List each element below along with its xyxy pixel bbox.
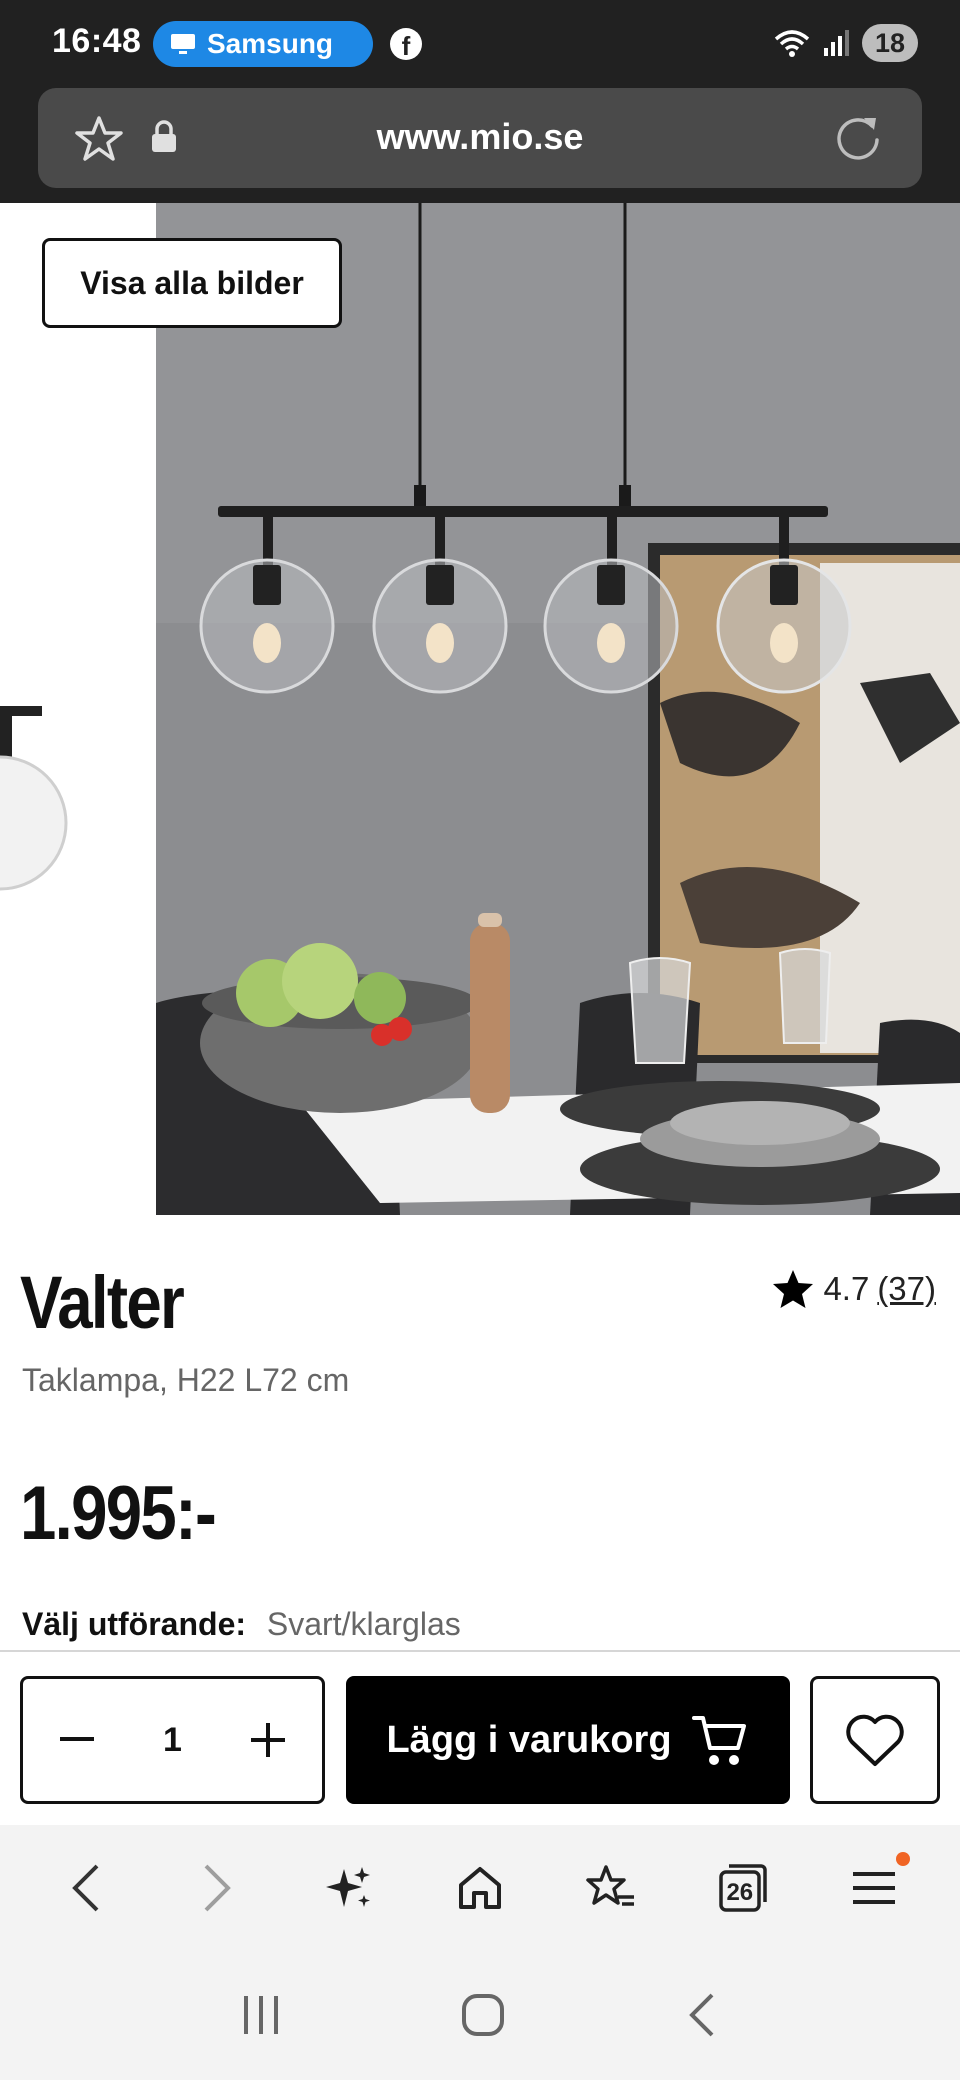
wifi-icon [774,30,810,57]
ai-assistant-button[interactable] [309,1848,389,1928]
facebook-icon: f [390,28,422,61]
hamburger-menu-icon [853,1871,896,1904]
status-indicators: 18 [772,24,918,62]
rating-value: 4.7 [823,1270,870,1307]
tabs-button[interactable]: 26 [703,1848,783,1928]
chevron-right-icon [204,1864,231,1911]
browser-bottom-nav: 26 [0,1825,960,1950]
quantity-value[interactable]: 1 [163,1721,182,1760]
battery-indicator: 18 [862,24,918,62]
product-price: 1.995:- [20,1471,217,1556]
quantity-stepper: 1 [20,1676,325,1804]
system-navigation-bar [0,1950,960,2080]
address-bar[interactable]: www.mio.se [38,88,922,188]
add-to-cart-label: Lägg i varukorg [386,1718,672,1761]
product-image-gallery[interactable]: Visa alla bilder [0,203,960,1215]
product-rating[interactable]: 4.7 (37) [771,1268,936,1310]
plus-icon [250,1723,285,1757]
product-subtitle: Taklampa, H22 L72 cm [22,1362,350,1398]
bookmarks-button[interactable] [571,1848,651,1928]
minus-icon [60,1737,94,1741]
variant-label: Välj utförande: [22,1606,247,1642]
cart-icon [691,1716,746,1765]
status-bar: 16:48 Samsung f 18 [0,0,960,88]
chevron-left-icon [71,1864,99,1911]
variant-selector[interactable]: Välj utförande: Svart/klarglas [22,1606,461,1643]
bookmarks-star-icon [586,1864,635,1906]
reload-icon[interactable] [832,112,884,164]
notification-badge [896,1851,911,1866]
product-photo [0,203,960,1215]
status-time: 16:48 [52,22,142,60]
recent-apps-icon[interactable] [238,1992,284,2038]
increase-quantity-button[interactable] [248,1720,288,1760]
variant-value: Svart/klarglas [266,1606,461,1642]
screen-share-notification[interactable]: Samsung [153,21,373,67]
wishlist-button[interactable] [810,1676,940,1804]
forward-button[interactable] [177,1848,257,1928]
decrease-quantity-button[interactable] [57,1720,97,1760]
signal-icon [824,30,849,56]
star-icon [773,1270,814,1308]
back-button[interactable] [46,1848,126,1928]
purchase-bar: 1 Lägg i varukorg [0,1650,960,1825]
product-title: Valter [20,1261,185,1344]
home-icon [458,1866,501,1909]
notification-label: Samsung [207,28,334,59]
review-count-link[interactable]: (37) [877,1270,936,1308]
back-nav-icon[interactable] [682,1991,722,2039]
view-all-images-button[interactable]: Visa alla bilder [42,238,342,328]
tabs-count: 26 [726,1878,754,1906]
url-text: www.mio.se [376,116,584,157]
home-nav-icon[interactable] [459,1991,507,2039]
browser-menu-button[interactable] [834,1848,914,1928]
browser-toolbar: www.mio.se [0,88,960,203]
sparkle-icon [325,1866,370,1907]
screen-share-icon [171,34,195,54]
home-button[interactable] [440,1848,520,1928]
add-to-cart-button[interactable]: Lägg i varukorg [346,1676,790,1804]
heart-icon [846,1714,904,1766]
